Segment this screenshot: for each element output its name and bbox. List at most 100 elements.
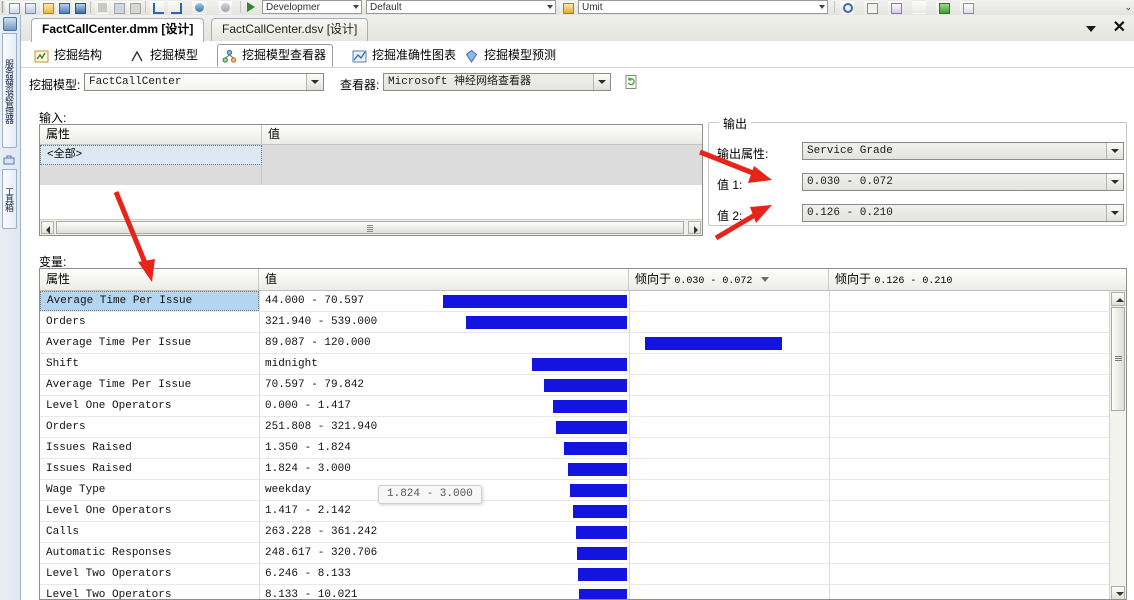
cut-icon[interactable] [95,0,109,14]
chevron-down-icon[interactable] [819,5,825,9]
variables-cell-attribute[interactable]: Average Time Per Issue [40,375,259,395]
scroll-thumb[interactable] [1111,307,1125,411]
table-row[interactable]: Shift midnight [40,354,1111,375]
variables-cell-attribute[interactable]: Average Time Per Issue [40,291,259,311]
chevron-down-icon[interactable] [1106,143,1123,159]
variables-cell-value[interactable]: 263.228 - 361.242 [259,522,629,542]
sort-descending-icon[interactable] [760,277,769,283]
variables-cell-value[interactable]: 89.087 - 120.000 [259,333,629,353]
toolbar-overflow-button[interactable]: ⌄ [1124,2,1132,13]
variables-cell-attribute[interactable]: Orders [40,312,259,332]
solution-explorer-icon[interactable] [888,0,902,14]
start-debug-icon[interactable] [244,0,258,14]
variables-cell-attribute[interactable]: Automatic Responses [40,543,259,563]
document-tab-dmm[interactable]: FactCallCenter.dmm [设计] [31,18,205,42]
refresh-document-icon[interactable] [622,73,640,91]
input-cell-attribute[interactable]: <全部> [40,145,262,165]
table-row[interactable]: Issues Raised 1.824 - 3.000 [40,459,1111,480]
value1-combo[interactable]: 0.030 - 0.072 [802,173,1124,191]
variables-column-favors-2[interactable]: 倾向于 0.126 - 0.210 [829,269,1111,291]
table-row[interactable]: Average Time Per Issue 89.087 - 120.000 [40,333,1111,354]
variables-cell-attribute[interactable]: Orders [40,417,259,437]
variables-cell-attribute[interactable]: Level One Operators [40,501,259,521]
input-column-attribute[interactable]: 属性 [40,125,262,145]
variables-vertical-scrollbar[interactable] [1109,291,1126,599]
sidebar-tab-server-explorer[interactable]: 服务器资源管理器 [2,33,17,148]
variables-cell-attribute[interactable]: Issues Raised [40,459,259,479]
variables-cell-value[interactable]: 6.246 - 8.133 [259,564,629,584]
undo-icon[interactable] [150,0,164,14]
output-attribute-combo[interactable]: Service Grade [802,142,1124,160]
tab-mining-prediction[interactable]: 挖掘模型预测 [459,44,563,67]
variables-cell-attribute[interactable]: Issues Raised [40,438,259,458]
add-item-icon[interactable] [22,0,36,14]
variables-cell-value[interactable]: 248.617 - 320.706 [259,543,629,563]
variables-cell-attribute[interactable]: Average Time Per Issue [40,333,259,353]
server-explorer-icon[interactable] [3,17,17,31]
new-project-icon[interactable] [6,0,20,14]
table-row[interactable]: Wage Type weekday [40,480,1111,501]
tab-mining-model-viewer[interactable]: 挖掘模型查看器 [217,44,334,67]
process-icon[interactable] [936,0,950,14]
document-tab-dsv[interactable]: FactCallCenter.dsv [设计] [211,18,369,41]
open-folder-icon[interactable] [40,0,54,14]
close-icon[interactable]: ✕ [1113,19,1126,37]
navigate-forward-icon[interactable] [218,0,232,14]
input-cell-attribute[interactable] [40,165,262,185]
table-row[interactable]: Average Time Per Issue 70.597 - 79.842 [40,375,1111,396]
table-row[interactable]: Automatic Responses 248.617 - 320.706 [40,543,1111,564]
value2-combo[interactable]: 0.126 - 0.210 [802,204,1124,222]
unit-combo[interactable]: Umit [578,0,828,14]
properties-window-icon[interactable] [864,0,878,14]
variables-cell-attribute[interactable]: Wage Type [40,480,259,500]
variables-column-attribute[interactable]: 属性 [40,269,259,291]
chevron-down-icon[interactable] [1106,205,1123,221]
input-cell-value[interactable] [262,165,704,185]
scroll-down-button[interactable] [1111,586,1125,599]
tab-mining-model[interactable]: 挖掘模型 [125,44,205,67]
input-cell-value[interactable] [262,145,704,165]
viewer-combo[interactable]: Microsoft 神经网络查看器 [383,73,611,91]
chevron-down-icon[interactable] [306,74,323,90]
variables-cell-value[interactable]: 8.133 - 10.021 [259,585,629,599]
variables-cell-attribute[interactable]: Level One Operators [40,396,259,416]
copy-icon[interactable] [111,0,125,14]
input-column-value[interactable]: 值 [262,125,704,145]
table-row[interactable]: Orders 251.808 - 321.940 [40,417,1111,438]
table-row[interactable]: Issues Raised 1.350 - 1.824 [40,438,1111,459]
scroll-thumb[interactable] [56,221,684,234]
table-row[interactable]: Calls 263.228 - 361.242 [40,522,1111,543]
sidebar-tab-toolbox[interactable]: 工具箱 [2,169,17,229]
toolbar-grip[interactable] [1,1,4,13]
redo-icon[interactable] [168,0,182,14]
scroll-left-button[interactable] [41,221,54,234]
table-row[interactable]: Orders 321.940 - 539.000 [40,312,1111,333]
toolbox-icon[interactable] [3,153,15,165]
chevron-down-icon[interactable] [593,74,610,90]
save-all-icon[interactable] [72,0,86,14]
tab-mining-structure[interactable]: 挖掘结构 [29,44,109,67]
chevron-down-icon[interactable] [353,5,359,9]
variables-column-favors-1[interactable]: 倾向于 0.030 - 0.072 [629,269,829,291]
save-icon[interactable] [56,0,70,14]
table-row[interactable]: Level Two Operators 8.133 - 10.021 [40,585,1111,599]
variables-column-value[interactable]: 值 [259,269,629,291]
navigate-back-icon[interactable] [192,0,206,14]
paste-icon[interactable] [127,0,141,14]
unit-folder-icon[interactable] [560,0,574,14]
table-row[interactable] [40,165,702,185]
solution-config-combo[interactable]: Developmer [262,0,362,14]
chevron-down-icon[interactable] [547,5,553,9]
deploy-icon[interactable] [960,0,974,14]
tab-accuracy-chart[interactable]: 挖掘准确性图表 [347,44,463,67]
variables-cell-attribute[interactable]: Level Two Operators [40,585,259,599]
variables-cell-attribute[interactable]: Calls [40,522,259,542]
input-horizontal-scrollbar[interactable] [40,219,702,235]
chevron-down-icon[interactable] [1106,174,1123,190]
table-row[interactable]: Level One Operators 1.417 - 2.142 [40,501,1111,522]
object-browser-icon[interactable] [912,0,926,14]
scroll-up-button[interactable] [1111,292,1125,306]
table-row[interactable]: Average Time Per Issue 44.000 - 70.597 [40,291,1111,312]
table-row[interactable]: Level One Operators 0.000 - 1.417 [40,396,1111,417]
table-row[interactable]: <全部> [40,145,702,165]
